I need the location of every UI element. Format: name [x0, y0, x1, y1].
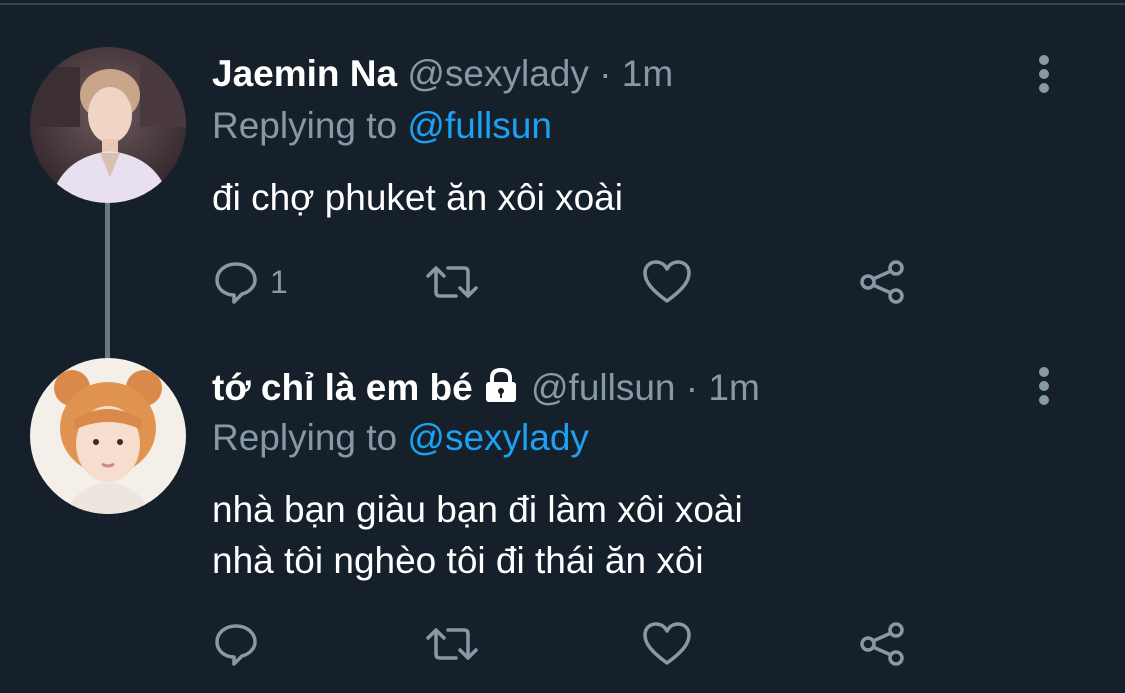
tweet-header: Jaemin Na @sexylady · 1m — [212, 52, 673, 96]
tweet-header: tớ chỉ là em bé @fullsun · 1m — [212, 366, 760, 413]
reply-button[interactable] — [212, 618, 270, 670]
replying-to: Replying to @sexylady — [212, 416, 589, 460]
replying-to-label: Replying to — [212, 105, 398, 146]
retweet-button[interactable] — [424, 618, 480, 670]
retweet-arrows-icon — [426, 628, 478, 660]
like-button[interactable] — [642, 618, 692, 670]
user-handle[interactable]: @sexylady — [407, 53, 589, 94]
replying-to-label: Replying to — [212, 417, 398, 458]
share-button[interactable] — [858, 256, 908, 308]
tweet-text-line: nhà bạn giàu bạn đi làm xôi xoài — [212, 489, 743, 530]
tweet-actions: 1 — [212, 256, 932, 308]
timestamp[interactable]: 1m — [622, 53, 673, 94]
tweet-text: nhà bạn giàu bạn đi làm xôi xoài nhà tôi… — [212, 484, 743, 586]
like-button[interactable] — [642, 256, 692, 308]
tweet-actions — [212, 618, 932, 670]
tweet-text-line: nhà tôi nghèo tôi đi thái ăn xôi — [212, 540, 704, 581]
replying-to-mention[interactable]: @sexylady — [407, 417, 589, 458]
avatar-image — [30, 47, 186, 203]
reply-count: 1 — [270, 263, 288, 300]
top-divider — [0, 3, 1125, 5]
heart-outline-icon — [643, 260, 691, 303]
avatar[interactable] — [30, 358, 186, 514]
tweet-text: đi chợ phuket ăn xôi xoài — [212, 172, 623, 223]
timestamp[interactable]: 1m — [708, 367, 759, 408]
share-nodes-icon — [860, 260, 904, 304]
speech-bubble-icon — [215, 262, 257, 304]
avatar-image — [30, 358, 186, 514]
display-name[interactable]: tớ chỉ là em bé — [212, 367, 473, 408]
separator-dot: · — [599, 53, 612, 94]
thread-connector-line — [105, 203, 110, 358]
user-handle[interactable]: @fullsun — [531, 367, 676, 408]
more-options-icon[interactable] — [1032, 364, 1056, 408]
reply-button[interactable]: 1 — [212, 256, 288, 308]
replying-to-mention[interactable]: @fullsun — [407, 105, 552, 146]
retweet-arrows-icon — [426, 266, 478, 298]
heart-outline-icon — [643, 622, 691, 665]
retweet-button[interactable] — [424, 256, 480, 308]
tweet-thread: Jaemin Na @sexylady · 1m Replying to @fu… — [0, 0, 1125, 693]
share-button[interactable] — [858, 618, 908, 670]
tweet-text-line: đi chợ phuket ăn xôi xoài — [212, 177, 623, 218]
replying-to: Replying to @fullsun — [212, 104, 552, 148]
separator-dot: · — [685, 367, 699, 408]
avatar[interactable] — [30, 47, 186, 203]
lock-icon — [481, 367, 521, 413]
share-nodes-icon — [860, 622, 904, 666]
speech-bubble-icon — [215, 624, 257, 666]
display-name[interactable]: Jaemin Na — [212, 53, 397, 94]
more-options-icon[interactable] — [1032, 52, 1056, 96]
